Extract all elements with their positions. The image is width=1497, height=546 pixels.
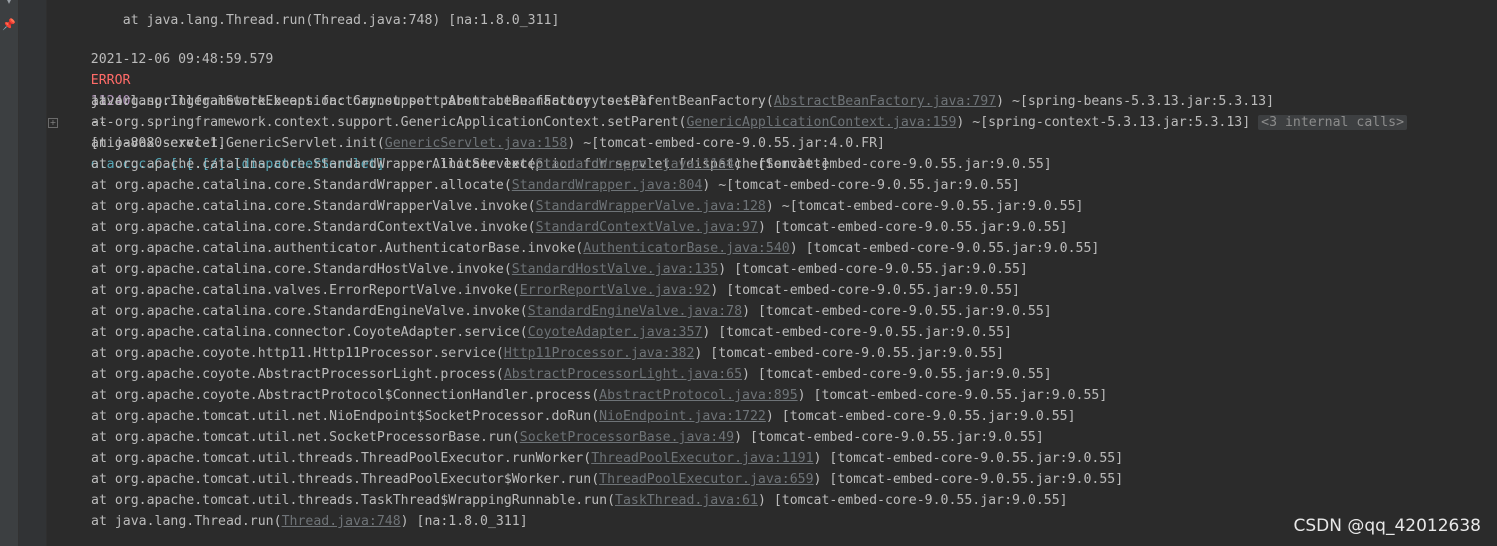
log-timestamp: 2021-12-06 09:48:59.579: [90, 52, 274, 67]
stack-frame: at org.apache.catalina.core.StandardWrap…: [59, 154, 1052, 175]
stack-frame-source-link[interactable]: StandardContextValve.java:97: [536, 220, 758, 235]
stack-frame-method: at org.apache.tomcat.util.net.NioEndpoin…: [91, 409, 600, 424]
stack-frame-method: at java.lang.Thread.run(: [91, 514, 282, 529]
stack-frame-method: at org.apache.coyote.AbstractProtocol$Co…: [91, 388, 600, 403]
stack-frame-jar: ) [tomcat-embed-core-9.0.55.jar:9.0.55]: [813, 451, 1124, 466]
stack-frame: at org.apache.tomcat.util.threads.Thread…: [59, 448, 1123, 469]
stack-frame: at org.springframework.beans.factory.sup…: [59, 91, 1274, 112]
stack-frame: at org.apache.catalina.authenticator.Aut…: [59, 238, 1099, 259]
stack-frame-method: at org.apache.catalina.authenticator.Aut…: [91, 241, 584, 256]
stack-frame-method: at org.springframework.beans.factory.sup…: [91, 94, 774, 109]
stack-frame-jar: ) [tomcat-embed-core-9.0.55.jar:9.0.55]: [718, 262, 1028, 277]
stack-frame-jar: ) ~[spring-context-5.3.13.jar:5.3.13]: [956, 115, 1251, 130]
stack-frame-source-link[interactable]: GenericApplicationContext.java:159: [686, 115, 956, 130]
stack-frame-source-link[interactable]: ThreadPoolExecutor.java:659: [599, 472, 813, 487]
stack-frame-source-link[interactable]: SocketProcessorBase.java:49: [520, 430, 734, 445]
stack-frame-source-link[interactable]: NioEndpoint.java:1722: [599, 409, 766, 424]
stack-frame: at javax.servlet.GenericServlet.init(Gen…: [59, 133, 885, 154]
stack-frame-jar: ) ~[tomcat-embed-core-9.0.55.jar:9.0.55]: [734, 157, 1052, 172]
stack-frame-method: at org.apache.coyote.http11.Http11Proces…: [91, 346, 504, 361]
stack-frame-source-link[interactable]: StandardWrapper.java:804: [512, 178, 703, 193]
stack-frame-method: at org.apache.catalina.core.StandardWrap…: [91, 157, 536, 172]
stack-frame-source-link[interactable]: StandardEngineValve.java:78: [528, 304, 742, 319]
stack-frame-source-link[interactable]: GenericServlet.java:158: [385, 136, 568, 151]
stack-frame-jar: ) [tomcat-embed-core-9.0.55.jar:9.0.55]: [765, 409, 1076, 424]
stack-frame: at org.apache.catalina.core.StandardWrap…: [59, 175, 1020, 196]
stack-frame: at org.apache.catalina.core.StandardCont…: [59, 217, 1068, 238]
stack-frame-method: at org.apache.catalina.core.StandardWrap…: [91, 199, 536, 214]
stack-frame: at org.apache.coyote.AbstractProtocol$Co…: [59, 385, 1107, 406]
stack-frame-jar: ) [tomcat-embed-core-9.0.55.jar:9.0.55]: [734, 430, 1044, 445]
stack-frame: at org.apache.catalina.valves.ErrorRepor…: [59, 280, 1020, 301]
log-entry: 2021-12-06 09:48:59.579 ERROR 11240 --- …: [59, 28, 829, 172]
stack-frame-method: at org.apache.catalina.connector.CoyoteA…: [91, 325, 528, 340]
stack-frame-method: at org.apache.tomcat.util.net.SocketProc…: [91, 430, 520, 445]
stack-frame: at org.apache.tomcat.util.net.SocketProc…: [59, 427, 1044, 448]
watermark: CSDN @qq_42012638: [1293, 516, 1481, 536]
stack-frame-jar: ) ~[spring-beans-5.3.13.jar:5.3.13]: [996, 94, 1275, 109]
stack-frame-text: at java.lang.Thread.run(Thread.java:748)…: [122, 13, 560, 28]
stack-frame: at org.apache.coyote.http11.Http11Proces…: [59, 343, 1004, 364]
stack-frame: at org.apache.catalina.core.StandardEngi…: [59, 301, 1052, 322]
stack-frame-method: at org.apache.catalina.core.StandardEngi…: [91, 304, 528, 319]
stack-frame-source-link[interactable]: AuthenticatorBase.java:540: [583, 241, 789, 256]
stack-frame-jar: ) [tomcat-embed-core-9.0.55.jar:9.0.55]: [797, 388, 1108, 403]
stack-frame-jar: ) ~[tomcat-embed-core-9.0.55.jar:9.0.55]: [702, 178, 1020, 193]
stack-frame-source-link[interactable]: ThreadPoolExecutor.java:1191: [591, 451, 813, 466]
pin-icon[interactable]: 📌: [2, 18, 16, 32]
stack-frame-source-link[interactable]: Http11Processor.java:382: [504, 346, 695, 361]
stack-frame: at org.apache.catalina.core.StandardHost…: [59, 259, 1028, 280]
expand-icon[interactable]: +: [48, 118, 58, 128]
stack-frame: at org.apache.tomcat.util.threads.TaskTh…: [59, 490, 1068, 511]
stack-frame-method: at org.apache.catalina.core.StandardHost…: [91, 262, 512, 277]
stack-frame-jar: ) [tomcat-embed-core-9.0.55.jar:9.0.55]: [789, 241, 1100, 256]
console-gutter: [19, 0, 47, 546]
stack-frame-jar: ) [na:1.8.0_311]: [400, 514, 528, 529]
stack-frame: at org.apache.tomcat.util.threads.Thread…: [59, 469, 1123, 490]
stack-frame-source-link[interactable]: StandardWrapperValve.java:128: [536, 199, 766, 214]
stack-frame-jar: ) [tomcat-embed-core-9.0.55.jar:9.0.55]: [694, 346, 1005, 361]
stack-frame-jar: ) [tomcat-embed-core-9.0.55.jar:9.0.55]: [757, 493, 1068, 508]
stack-frame-source-link[interactable]: TaskThread.java:61: [615, 493, 758, 508]
stack-frame-method: at org.apache.catalina.valves.ErrorRepor…: [91, 283, 520, 298]
stack-frame-method: at org.apache.catalina.core.StandardWrap…: [91, 178, 512, 193]
stack-frame: at org.apache.tomcat.util.net.NioEndpoin…: [59, 406, 1076, 427]
stack-frame-jar: ) ~[tomcat-embed-core-9.0.55.jar:9.0.55]: [765, 199, 1084, 214]
stack-frame-method: at org.apache.tomcat.util.threads.Thread…: [91, 451, 592, 466]
stack-frame: at org.springframework.context.support.G…: [59, 112, 1408, 133]
chevron-down-icon[interactable]: ▾: [2, 0, 16, 8]
internal-calls-toggle[interactable]: <3 internal calls>: [1258, 115, 1408, 130]
stack-frame-source-link[interactable]: CoyoteAdapter.java:357: [528, 325, 703, 340]
stack-frame: at org.apache.catalina.connector.CoyoteA…: [59, 322, 1012, 343]
stack-frame-source-link[interactable]: StandardHostValve.java:135: [512, 262, 718, 277]
stack-frame-jar: ) [tomcat-embed-core-9.0.55.jar:9.0.55]: [710, 283, 1020, 298]
stack-frame: at org.apache.coyote.AbstractProcessorLi…: [59, 364, 1052, 385]
stack-frame-source-link[interactable]: AbstractProtocol.java:895: [599, 388, 798, 403]
stack-frame-method: at org.apache.tomcat.util.threads.TaskTh…: [91, 493, 616, 508]
stack-frame-source-link[interactable]: AbstractProcessorLight.java:65: [504, 367, 742, 382]
stack-frame-source-link[interactable]: StandardWrapper.java:1164: [536, 157, 735, 172]
stack-frame-jar: ) [tomcat-embed-core-9.0.55.jar:9.0.55]: [757, 220, 1068, 235]
stack-frame-method: at org.apache.coyote.AbstractProcessorLi…: [91, 367, 504, 382]
console-output: at java.lang.Thread.run(Thread.java:748)…: [59, 0, 1497, 546]
console-toolbar: ▾ 📌: [0, 0, 19, 546]
stack-frame-jar: ) ~[tomcat-embed-core-9.0.55.jar:4.0.FR]: [567, 136, 885, 151]
stack-frame: at org.apache.catalina.core.StandardWrap…: [59, 196, 1083, 217]
stack-frame-source-link[interactable]: Thread.java:748: [282, 514, 401, 529]
stack-frame-method: at org.springframework.context.support.G…: [91, 115, 687, 130]
stack-frame-jar: ) [tomcat-embed-core-9.0.55.jar:9.0.55]: [742, 367, 1052, 382]
stack-frame-source-link[interactable]: AbstractBeanFactory.java:797: [774, 94, 996, 109]
console-line-partial: at java.lang.Thread.run(Thread.java:748)…: [59, 0, 560, 28]
stack-frame-method: at org.apache.tomcat.util.threads.Thread…: [91, 472, 600, 487]
stack-frame-source-link[interactable]: ErrorReportValve.java:92: [520, 283, 711, 298]
stack-frame-jar: ) [tomcat-embed-core-9.0.55.jar:9.0.55]: [742, 304, 1052, 319]
stack-frame-method: at org.apache.catalina.core.StandardCont…: [91, 220, 536, 235]
stack-frame-jar: ) [tomcat-embed-core-9.0.55.jar:9.0.55]: [702, 325, 1013, 340]
stack-frame: at java.lang.Thread.run(Thread.java:748)…: [59, 511, 528, 532]
stack-frame-method: at javax.servlet.GenericServlet.init(: [91, 136, 385, 151]
stack-frame-jar: ) [tomcat-embed-core-9.0.55.jar:9.0.55]: [813, 472, 1124, 487]
exception-line: java.lang.IllegalStateException: Cannot …: [59, 70, 655, 109]
